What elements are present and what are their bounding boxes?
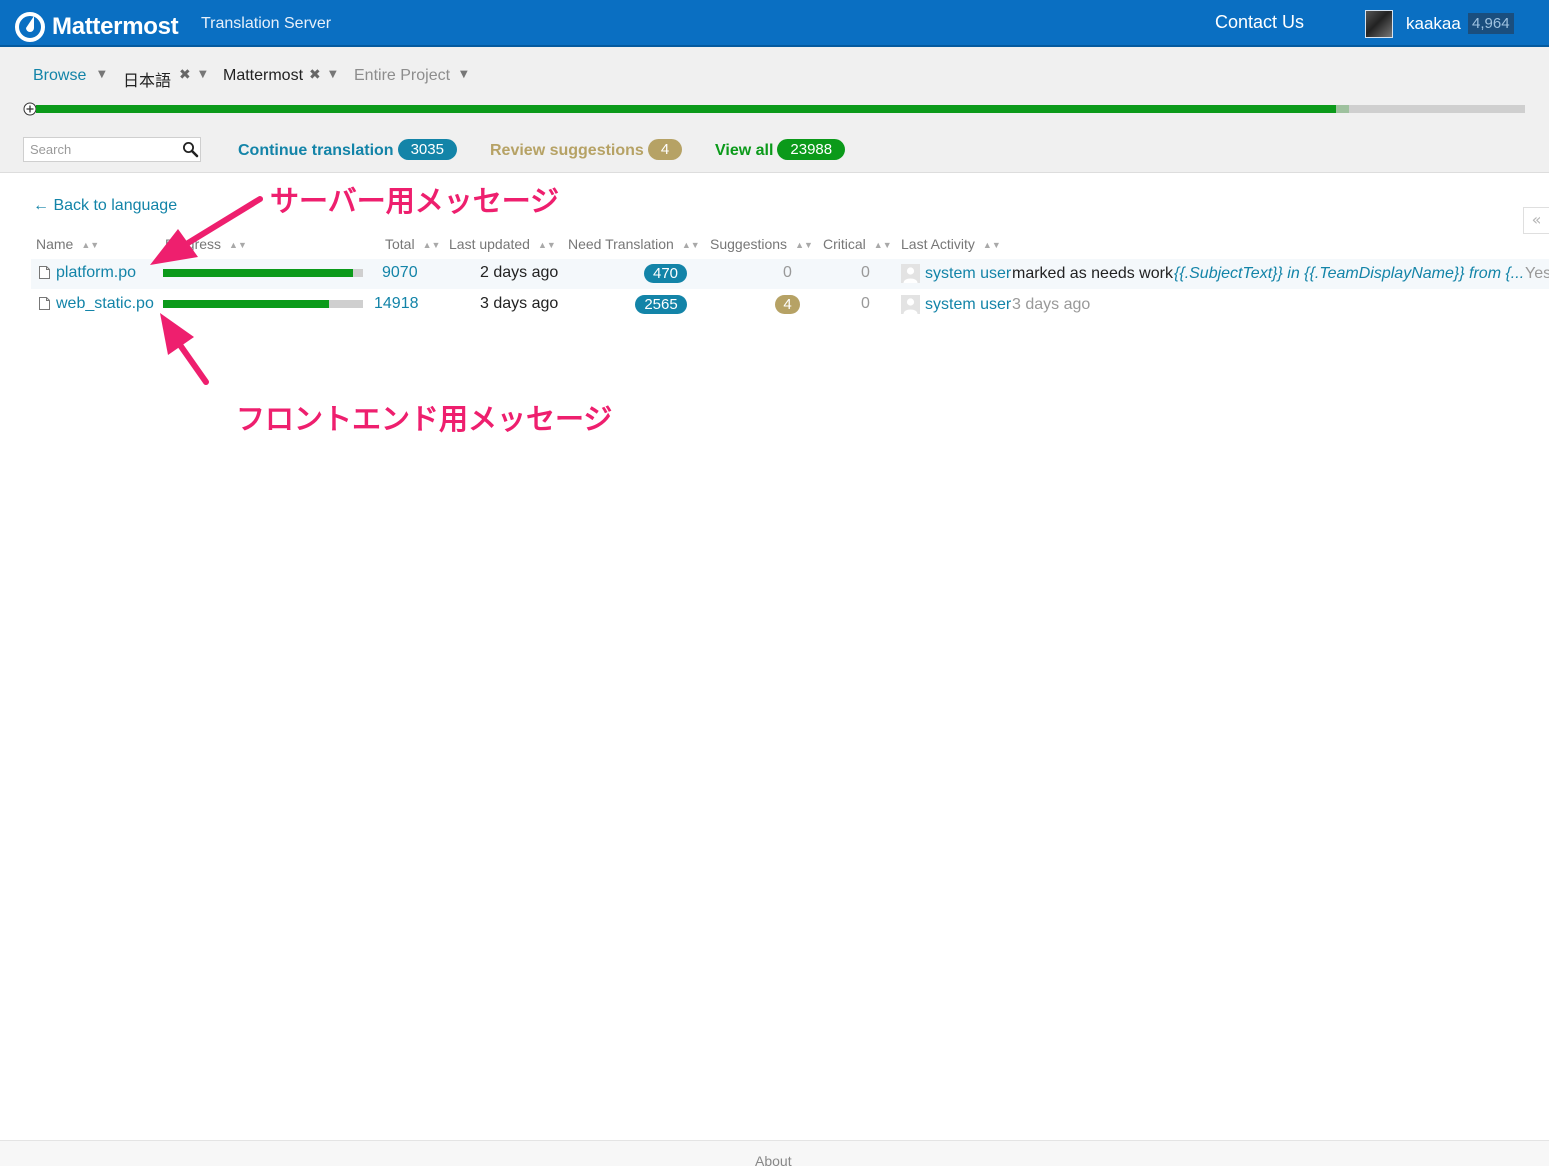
sort-icon: ▲▼ xyxy=(81,240,100,250)
column-header-need-translation[interactable]: Need Translation ▲▼ xyxy=(568,236,700,252)
file-name-link[interactable]: platform.po xyxy=(56,264,136,282)
remove-language-icon[interactable]: ✖ xyxy=(179,67,191,83)
header-total-label: Total xyxy=(385,236,415,252)
continue-translation-button[interactable]: Continue translation 3035 xyxy=(238,139,457,160)
project-dropdown-icon[interactable]: ▼ xyxy=(329,69,337,80)
breadcrumb-language[interactable]: 日本語 xyxy=(123,67,171,91)
about-link[interactable]: About xyxy=(755,1153,792,1169)
user-avatar-icon xyxy=(901,295,920,314)
sort-icon: ▲▼ xyxy=(873,240,892,250)
review-suggestions-label: Review suggestions xyxy=(490,142,644,159)
sort-icon: ▲▼ xyxy=(422,240,441,250)
footer: About xyxy=(0,1140,1549,1169)
annotation-server-messages: サーバー用メッセージ xyxy=(270,184,560,218)
file-icon xyxy=(39,266,50,279)
sort-icon: ▲▼ xyxy=(795,240,813,250)
total-count-link[interactable]: 9070 xyxy=(382,264,418,282)
view-all-label: View all xyxy=(715,142,774,159)
site-subtitle: Translation Server xyxy=(201,15,332,32)
column-header-total[interactable]: Total ▲▼ xyxy=(385,236,440,252)
collapse-sidebar-icon[interactable]: « xyxy=(1523,207,1549,234)
sort-icon: ▲▼ xyxy=(681,240,700,250)
activity-action-text: marked as needs work xyxy=(1012,265,1173,282)
annotation-arrow-frontend xyxy=(177,342,209,385)
column-header-last-updated[interactable]: Last updated ▲▼ xyxy=(449,236,556,252)
last-updated-text: 2 days ago xyxy=(480,264,559,281)
overall-progress-bar xyxy=(36,105,1525,113)
column-header-critical[interactable]: Critical ▲▼ xyxy=(823,236,892,252)
username-link[interactable]: kaakaa xyxy=(1406,14,1461,34)
search-box xyxy=(23,137,201,162)
activity-string-link[interactable]: {{.SubjectText}} in {{.TeamDisplayName}}… xyxy=(1174,265,1524,283)
header-name-label: Name xyxy=(36,236,74,252)
language-dropdown-icon[interactable]: ▼ xyxy=(199,69,207,80)
header-last-updated-label: Last updated xyxy=(449,236,530,252)
suggestions-badge[interactable]: 4 xyxy=(775,295,800,314)
search-input[interactable] xyxy=(24,138,174,161)
header-critical-label: Critical xyxy=(823,236,866,252)
view-all-count: 23988 xyxy=(777,139,846,160)
file-icon xyxy=(39,297,50,310)
annotation-arrowhead-server xyxy=(150,229,198,265)
breadcrumb-project[interactable]: Mattermost xyxy=(223,67,303,85)
critical-count: 0 xyxy=(861,264,870,281)
remove-project-icon[interactable]: ✖ xyxy=(309,67,321,83)
column-header-last-activity[interactable]: Last Activity ▲▼ xyxy=(901,236,1001,252)
total-count-link[interactable]: 14918 xyxy=(374,295,419,313)
activity-time-text: 3 days ago xyxy=(1012,296,1091,313)
continue-translation-label: Continue translation xyxy=(238,142,394,159)
header-last-activity-label: Last Activity xyxy=(901,236,975,252)
annotation-arrows xyxy=(150,196,263,385)
breadcrumb-browse[interactable]: Browse xyxy=(33,67,86,85)
mattermost-logo-icon[interactable] xyxy=(14,11,46,43)
annotation-arrowhead-frontend xyxy=(160,313,194,355)
need-translation-badge[interactable]: 470 xyxy=(644,264,687,283)
user-score-badge: 4,964 xyxy=(1468,13,1514,34)
expand-progress-icon[interactable] xyxy=(23,102,37,116)
annotation-frontend-messages: フロントエンド用メッセージ xyxy=(236,402,613,436)
review-suggestions-button[interactable]: Review suggestions 4 xyxy=(490,139,683,160)
column-header-name[interactable]: Name ▲▼ xyxy=(36,236,99,252)
review-suggestions-count: 4 xyxy=(647,139,683,160)
top-bar: Mattermost Translation Server Contact Us… xyxy=(0,0,1549,47)
browse-dropdown-icon[interactable]: ▼ xyxy=(98,69,106,80)
search-icon[interactable] xyxy=(182,141,199,158)
column-header-suggestions[interactable]: Suggestions ▲▼ xyxy=(710,236,813,252)
navigation-band: Browse ▼ 日本語 ✖ ▼ Mattermost ✖ ▼ Entire P… xyxy=(0,47,1549,173)
activity-user-link[interactable]: system user xyxy=(925,265,1011,283)
header-need-translation-label: Need Translation xyxy=(568,236,674,252)
critical-count: 0 xyxy=(861,295,870,312)
brand-name[interactable]: Mattermost xyxy=(52,13,179,41)
breadcrumb-scope[interactable]: Entire Project xyxy=(354,67,450,85)
suggestions-count: 0 xyxy=(783,264,792,281)
sort-icon: ▲▼ xyxy=(982,240,1001,250)
user-avatar-icon xyxy=(901,264,920,283)
header-suggestions-label: Suggestions xyxy=(710,236,788,252)
activity-time-text: Yes xyxy=(1525,265,1549,282)
view-all-button[interactable]: View all 23988 xyxy=(715,139,846,160)
continue-translation-count: 3035 xyxy=(397,139,457,160)
overall-progress-fuzzy xyxy=(1335,105,1350,113)
annotation-arrow-server xyxy=(185,196,263,246)
user-avatar[interactable] xyxy=(1365,10,1393,38)
activity-user-link[interactable]: system user xyxy=(925,296,1011,314)
contact-us-link[interactable]: Contact Us xyxy=(1215,12,1304,33)
scope-dropdown-icon[interactable]: ▼ xyxy=(460,69,468,80)
need-translation-badge[interactable]: 2565 xyxy=(635,295,687,314)
sort-icon: ▲▼ xyxy=(537,240,556,250)
last-updated-text: 3 days ago xyxy=(480,295,559,312)
overall-progress-translated xyxy=(36,105,1336,113)
